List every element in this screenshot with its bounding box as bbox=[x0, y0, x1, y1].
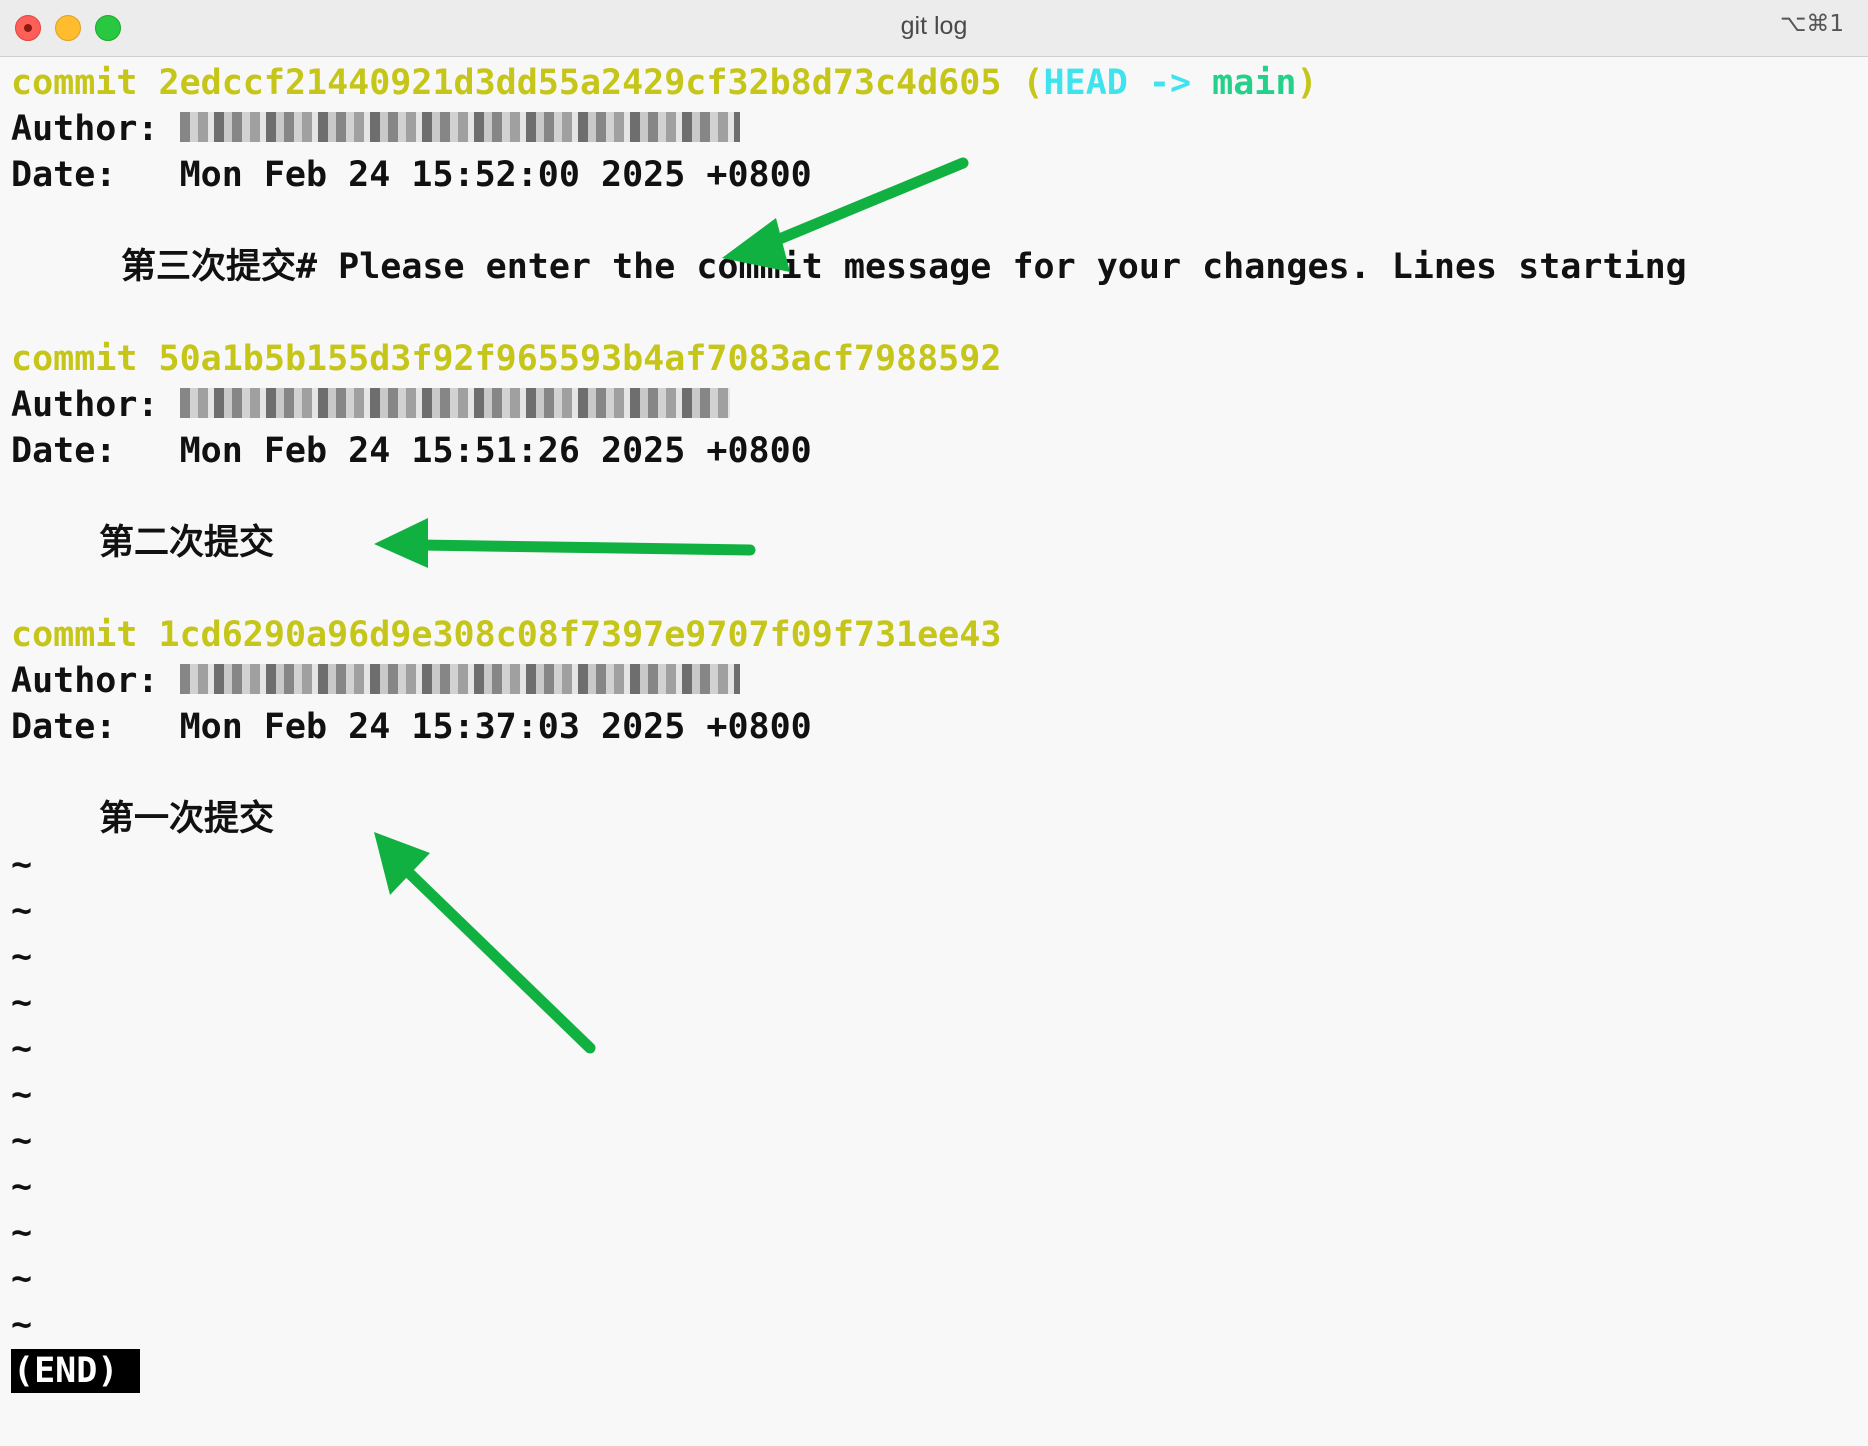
empty-line-marker: ~ bbox=[11, 1121, 33, 1161]
empty-line-marker: ~ bbox=[11, 937, 33, 977]
commit-label: commit bbox=[11, 615, 138, 655]
commit-hash: 50a1b5b155d3f92f965593b4af7083acf7988592 bbox=[158, 339, 1002, 379]
ref-arrow: -> bbox=[1148, 63, 1192, 103]
commit-label: commit bbox=[11, 63, 138, 103]
author-label: Author: bbox=[11, 385, 159, 425]
commit-line: commit 1cd6290a96d9e308c08f7397e9707f09f… bbox=[11, 612, 1868, 658]
empty-line-marker: ~ bbox=[11, 983, 33, 1023]
empty-line-marker: ~ bbox=[11, 1075, 33, 1115]
empty-line-marker: ~ bbox=[11, 891, 33, 931]
commit-hash: 1cd6290a96d9e308c08f7397e9707f09f731ee43 bbox=[158, 615, 1002, 655]
commit-hash: 2edccf21440921d3dd55a2429cf32b8d73c4d605 bbox=[158, 63, 1002, 103]
pager-end-indicator: (END) bbox=[11, 1349, 141, 1393]
empty-line-marker: ~ bbox=[11, 845, 33, 885]
author-label: Author: bbox=[11, 109, 159, 149]
commit-message: 第二次提交 bbox=[99, 523, 275, 563]
title-bar: git log ⌥⌘1 bbox=[0, 0, 1868, 57]
date-line: Date: Mon Feb 24 15:52:00 2025 +0800 bbox=[11, 152, 1868, 198]
pager-status: (END) bbox=[11, 1348, 1868, 1394]
ref-open: ( bbox=[1022, 63, 1044, 103]
commit-line: commit 50a1b5b155d3f92f965593b4af7083acf… bbox=[11, 336, 1868, 382]
author-line: Author: bbox=[11, 658, 1868, 704]
commit-line: commit 2edccf21440921d3dd55a2429cf32b8d7… bbox=[11, 60, 1868, 106]
empty-line-marker: ~ bbox=[11, 1029, 33, 1069]
date-label: Date: bbox=[11, 707, 117, 747]
ref-close: ) bbox=[1296, 63, 1318, 103]
author-line: Author: bbox=[11, 106, 1868, 152]
branch-ref: main bbox=[1212, 63, 1297, 103]
window-title: git log bbox=[900, 12, 968, 40]
redacted-author bbox=[179, 112, 740, 142]
empty-line-marker: ~ bbox=[11, 1167, 33, 1207]
head-ref: HEAD bbox=[1043, 63, 1128, 103]
date-line: Date: Mon Feb 24 15:51:26 2025 +0800 bbox=[11, 428, 1868, 474]
commit-date: Mon Feb 24 15:51:26 2025 +0800 bbox=[179, 431, 812, 471]
window-shortcut: ⌥⌘1 bbox=[1779, 11, 1844, 37]
author-label: Author: bbox=[11, 661, 159, 701]
terminal-window: git log ⌥⌘1 commit 2edccf21440921d3dd55a… bbox=[0, 0, 1868, 1446]
redacted-author bbox=[179, 664, 740, 694]
commit-message: 第三次提交# Please enter the commit message f… bbox=[121, 247, 1687, 287]
date-label: Date: bbox=[11, 155, 117, 195]
empty-line-marker: ~ bbox=[11, 1305, 33, 1345]
commit-date: Mon Feb 24 15:52:00 2025 +0800 bbox=[179, 155, 812, 195]
commit-label: commit bbox=[11, 339, 138, 379]
empty-line-marker: ~ bbox=[11, 1213, 33, 1253]
empty-line-marker: ~ bbox=[11, 1259, 33, 1299]
date-line: Date: Mon Feb 24 15:37:03 2025 +0800 bbox=[11, 704, 1868, 750]
date-label: Date: bbox=[11, 431, 117, 471]
commit-message: 第一次提交 bbox=[99, 799, 275, 839]
terminal-output[interactable]: commit 2edccf21440921d3dd55a2429cf32b8d7… bbox=[11, 60, 1868, 1394]
commit-date: Mon Feb 24 15:37:03 2025 +0800 bbox=[179, 707, 812, 747]
redacted-author bbox=[179, 388, 730, 418]
author-line: Author: bbox=[11, 382, 1868, 428]
